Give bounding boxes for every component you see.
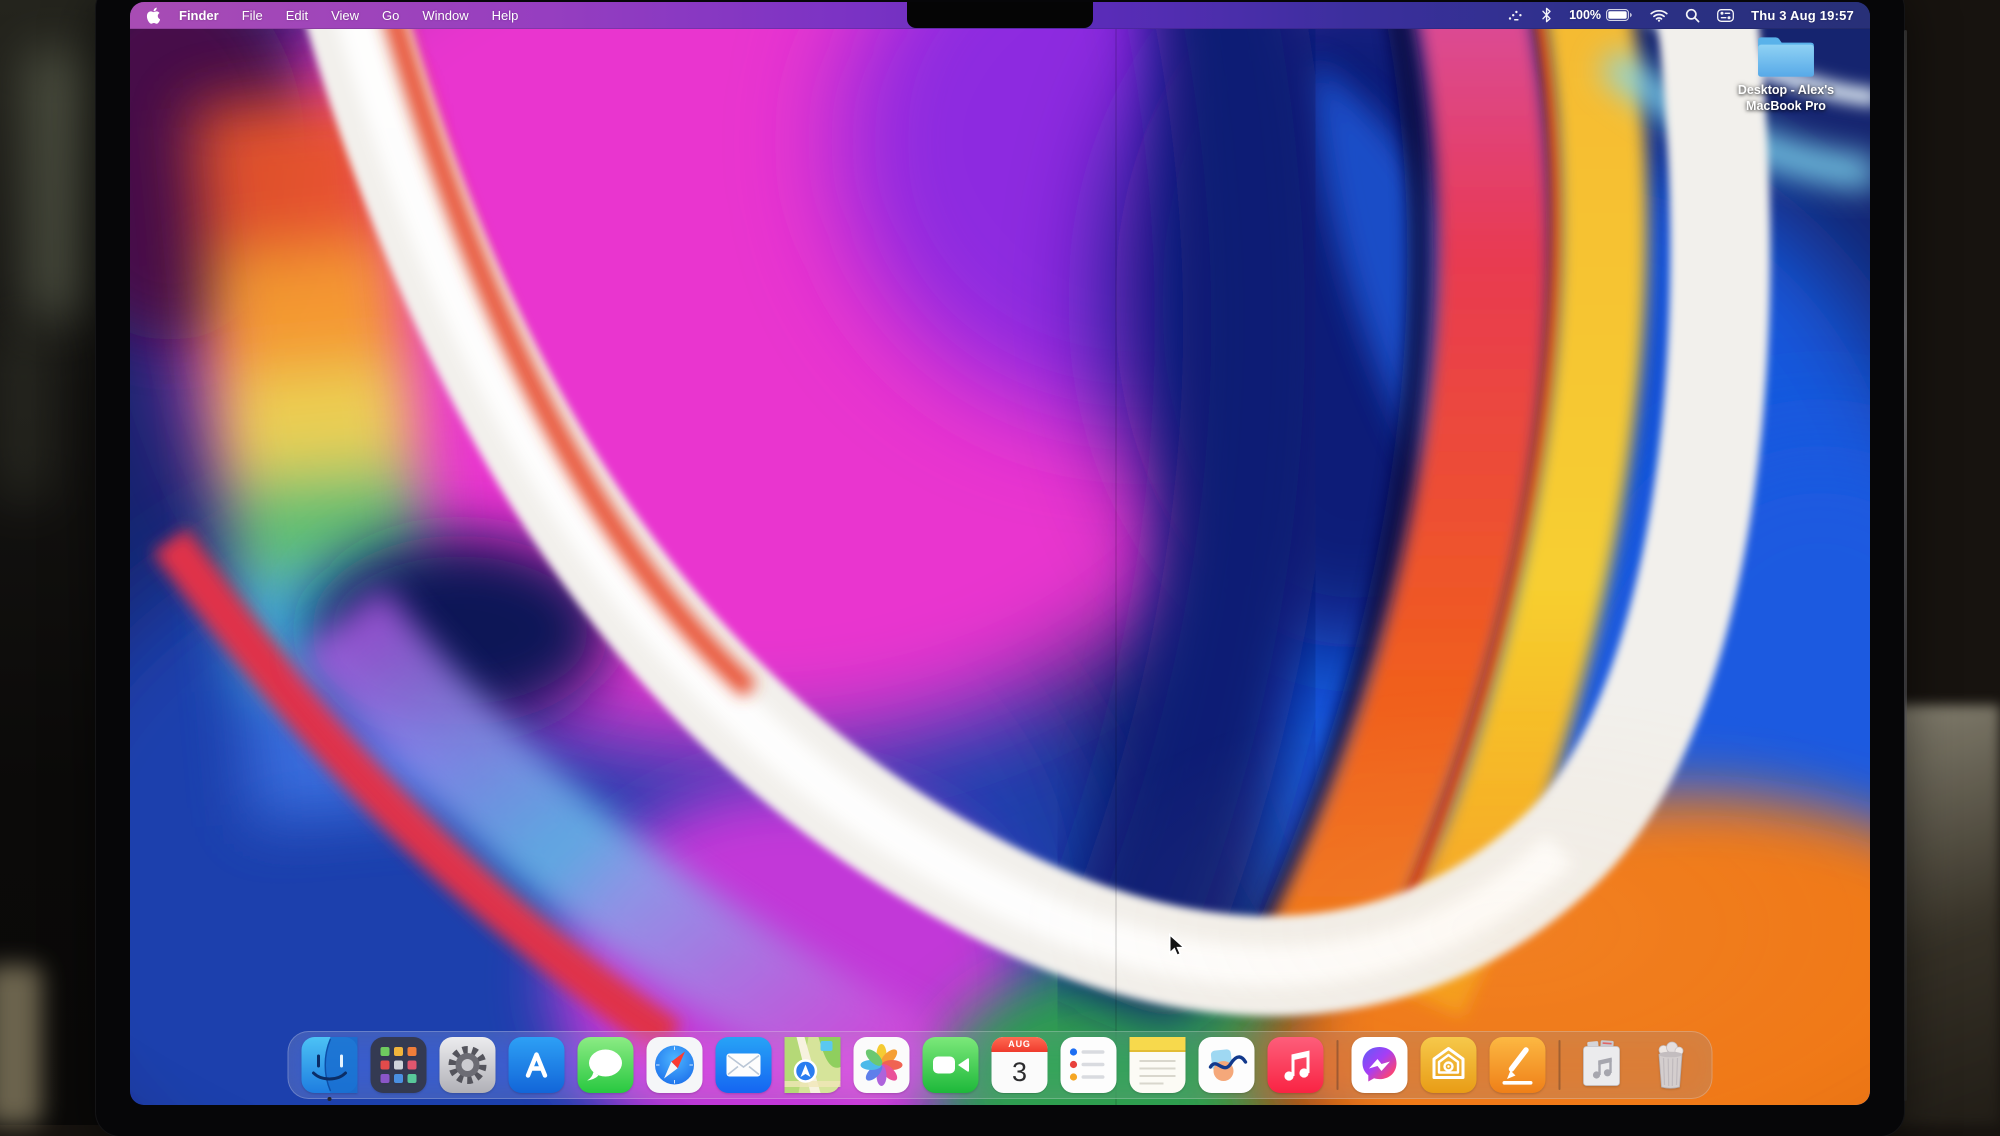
- menu-help[interactable]: Help: [492, 8, 519, 23]
- dock-music-folder[interactable]: [1574, 1037, 1630, 1093]
- running-indicator-dot: [328, 1097, 332, 1101]
- photo-seam-artifact: [1115, 2, 1117, 1105]
- wifi-icon[interactable]: [1650, 9, 1668, 22]
- menu-items: File Edit View Go Window Help: [242, 8, 519, 23]
- desk-surface: [1892, 705, 2000, 1125]
- settings-app-icon: [440, 1037, 496, 1093]
- home-app-icon: [1421, 1037, 1477, 1093]
- battery-percent-label: 100%: [1569, 8, 1601, 22]
- dock-messenger[interactable]: [1352, 1037, 1408, 1093]
- app-menu-finder[interactable]: Finder: [179, 8, 219, 23]
- menu-edit[interactable]: Edit: [286, 8, 308, 23]
- battery-indicator[interactable]: 100%: [1569, 8, 1633, 22]
- messages-app-icon: [578, 1037, 634, 1093]
- dock-separator: [1559, 1040, 1561, 1090]
- dock-messages[interactable]: [578, 1037, 634, 1093]
- mail-app-icon: [716, 1037, 772, 1093]
- facetime-app-icon: [923, 1037, 979, 1093]
- dock-reminders[interactable]: [1061, 1037, 1117, 1093]
- music-app-icon: [1268, 1037, 1324, 1093]
- status-menu-area: 100%: [1507, 7, 1854, 23]
- dock-launchpad[interactable]: [371, 1037, 427, 1093]
- dots-status-icon[interactable]: [1507, 9, 1524, 22]
- dock-photos[interactable]: [854, 1037, 910, 1093]
- folder-label: Desktop - Alex's MacBook Pro: [1738, 82, 1834, 114]
- maps-app-icon: [785, 1037, 841, 1093]
- calendar-month-label: AUG: [992, 1037, 1048, 1052]
- dock-music[interactable]: [1268, 1037, 1324, 1093]
- dock-mail[interactable]: [716, 1037, 772, 1093]
- window-light-reflection: [26, 50, 84, 320]
- desktop-wallpaper: [130, 2, 1870, 1105]
- dock-notes[interactable]: [1130, 1037, 1186, 1093]
- dock-app-store[interactable]: [509, 1037, 565, 1093]
- dock-safari[interactable]: [647, 1037, 703, 1093]
- menu-view[interactable]: View: [331, 8, 359, 23]
- bluetooth-icon[interactable]: [1541, 7, 1552, 23]
- dock-pages[interactable]: [1490, 1037, 1546, 1093]
- camera-notch: [907, 2, 1093, 28]
- menu-bar-clock[interactable]: Thu 3 Aug 19:57: [1751, 8, 1854, 23]
- pages-app-icon: [1490, 1037, 1546, 1093]
- dock-system-settings[interactable]: [440, 1037, 496, 1093]
- notes-app-icon: [1130, 1037, 1186, 1093]
- dock-maps[interactable]: [785, 1037, 841, 1093]
- dock-trash[interactable]: [1643, 1037, 1699, 1093]
- dock-home[interactable]: [1421, 1037, 1477, 1093]
- room-background-left: [0, 0, 110, 1125]
- folder-icon: [1755, 32, 1817, 80]
- messenger-app-icon: [1352, 1037, 1408, 1093]
- control-center-icon[interactable]: [1717, 9, 1734, 22]
- photos-app-icon: [854, 1037, 910, 1093]
- menu-window[interactable]: Window: [422, 8, 468, 23]
- menu-go[interactable]: Go: [382, 8, 399, 23]
- menu-file[interactable]: File: [242, 8, 263, 23]
- window-light-reflection: [2, 330, 46, 500]
- dock-freeform[interactable]: [1199, 1037, 1255, 1093]
- furniture-blur: [0, 965, 42, 1125]
- trash-app-icon: [1643, 1037, 1699, 1093]
- apple-menu-icon[interactable]: [146, 7, 160, 24]
- dock-calendar[interactable]: AUG3: [992, 1037, 1048, 1093]
- room-background-right: [1892, 0, 2000, 1125]
- desktop-folder[interactable]: Desktop - Alex's MacBook Pro: [1720, 32, 1852, 114]
- photo-of-macbook: { "device": { "name": "MacBook Pro" }, "…: [0, 0, 2000, 1125]
- calendar-day-label: 3: [992, 1052, 1048, 1093]
- freeform-app-icon: [1199, 1037, 1255, 1093]
- launchpad-app-icon: [371, 1037, 427, 1093]
- appstore-app-icon: [509, 1037, 565, 1093]
- aluminum-edge: [1904, 30, 1907, 1101]
- finder-app-icon: [302, 1037, 358, 1093]
- macbook-screen: Finder File Edit View Go Window Help 100%: [130, 2, 1870, 1105]
- dock-facetime[interactable]: [923, 1037, 979, 1093]
- dock: AUG3: [288, 1031, 1713, 1099]
- dock-separator: [1337, 1040, 1339, 1090]
- folder-music-app-icon: [1574, 1037, 1630, 1093]
- safari-app-icon: [647, 1037, 703, 1093]
- spotlight-search-icon[interactable]: [1685, 8, 1700, 23]
- battery-icon: [1606, 9, 1633, 21]
- reminders-app-icon: [1061, 1037, 1117, 1093]
- dock-finder[interactable]: [302, 1037, 358, 1093]
